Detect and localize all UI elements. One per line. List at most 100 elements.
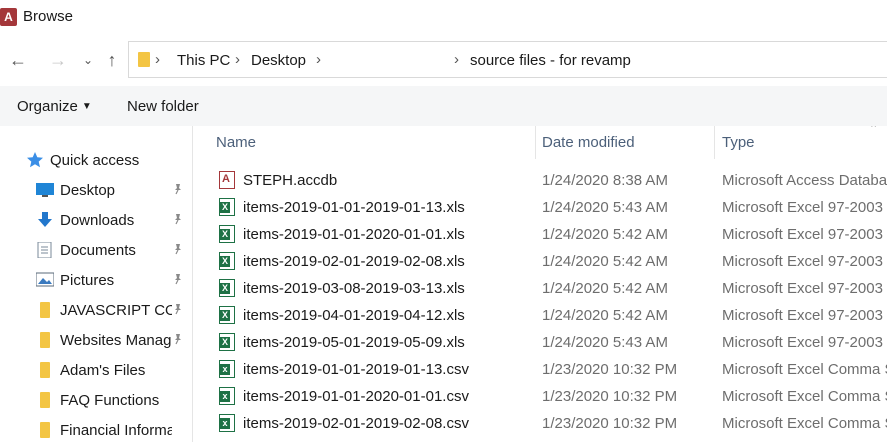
folder-icon (36, 332, 54, 348)
sidebar-item[interactable]: Desktop (0, 176, 192, 206)
pin-icon (172, 183, 184, 198)
excel-file-icon (219, 333, 235, 351)
sidebar-item[interactable]: Downloads (0, 206, 192, 236)
file-row[interactable]: items-2019-05-01-2019-05-09.xls 1/24/2020… (193, 329, 887, 356)
file-type: Microsoft Excel 97-2003 Worksheet (722, 199, 887, 216)
window-title: Browse (23, 8, 74, 25)
desktop-icon (36, 182, 54, 198)
file-type: Microsoft Access Database (722, 172, 887, 189)
file-type: Microsoft Excel Comma Separated (722, 388, 887, 405)
forward-arrow-icon[interactable]: → (48, 50, 68, 70)
access-file-icon (219, 171, 235, 189)
excel-file-icon (219, 252, 235, 270)
excel-file-icon (219, 225, 235, 243)
folder-icon (36, 392, 54, 408)
breadcrumb-this-pc[interactable]: This PC (177, 52, 230, 69)
sidebar-item[interactable]: Pictures (0, 266, 192, 296)
file-row[interactable]: items-2019-01-01-2020-01-01.xls 1/24/2020… (193, 221, 887, 248)
sort-chevron-up-icon: ⌃ (869, 126, 879, 135)
sidebar-item[interactable]: Quick access (0, 146, 192, 176)
sidebar-item[interactable]: Documents (0, 236, 192, 266)
file-row[interactable]: items-2019-03-08-2019-03-13.xls 1/24/2020… (193, 275, 887, 302)
file-name: items-2019-01-01-2020-01-01.xls (243, 226, 465, 243)
file-name: items-2019-03-08-2019-03-13.xls (243, 280, 465, 297)
pin-icon (172, 273, 184, 288)
sidebar-item-label: FAQ Functions (60, 392, 160, 409)
sidebar-item[interactable]: Adam's Files (0, 356, 192, 386)
excel-file-icon (219, 306, 235, 324)
navigation-pane: Quick access Desktop Downloads Documents Pic… (0, 126, 192, 442)
file-name: items-2019-05-01-2019-05-09.xls (243, 334, 465, 351)
file-date-modified: 1/23/2020 10:32 PM (542, 361, 678, 378)
column-divider[interactable] (714, 126, 715, 159)
pin-icon (172, 303, 184, 318)
file-name: items-2019-01-01-2020-01-01.csv (243, 388, 469, 405)
sidebar-item[interactable]: JAVASCRIPT CODE (0, 296, 192, 326)
organize-label: Organize (17, 98, 78, 115)
column-header-type[interactable]: Type (722, 134, 755, 151)
file-date-modified: 1/24/2020 5:42 AM (542, 226, 668, 243)
navigation-bar: ← → ⌄ ↑ › This PC › Desktop › › source f… (0, 40, 887, 80)
file-type: Microsoft Excel Comma Separated (722, 415, 887, 432)
file-type: Microsoft Excel 97-2003 Worksheet (722, 226, 887, 243)
csv-file-icon (219, 360, 235, 378)
sidebar-item[interactable]: FAQ Functions (0, 386, 192, 416)
column-header-date-modified[interactable]: Date modified (542, 134, 635, 151)
folder-icon (36, 302, 54, 318)
file-row[interactable]: STEPH.accdb 1/24/2020 8:38 AM Microsoft Ac… (193, 167, 887, 194)
sidebar-item-label: Adam's Files (60, 362, 146, 379)
sidebar-item-label: Financial Information (60, 422, 172, 439)
back-arrow-icon[interactable]: ← (8, 50, 28, 70)
title-bar: A Browse (0, 0, 887, 36)
file-date-modified: 1/24/2020 5:42 AM (542, 253, 668, 270)
up-arrow-icon[interactable]: ↑ (102, 50, 122, 70)
dropdown-caret-icon: ▼ (81, 101, 92, 112)
pictures-icon (35, 272, 55, 288)
breadcrumb-source-files[interactable]: source files - for revamp (470, 52, 631, 69)
pin-icon (172, 333, 184, 348)
recent-locations-chevron-icon[interactable]: ⌄ (78, 50, 98, 70)
folder-icon (36, 362, 54, 378)
star-icon (26, 152, 44, 168)
breadcrumb-separator-icon[interactable]: › (235, 51, 240, 68)
file-name: items-2019-02-01-2019-02-08.csv (243, 415, 469, 432)
file-date-modified: 1/23/2020 10:32 PM (542, 415, 678, 432)
file-date-modified: 1/24/2020 5:43 AM (542, 334, 668, 351)
file-type: Microsoft Excel Comma Separated (722, 361, 887, 378)
access-app-icon: A (0, 8, 17, 26)
file-type: Microsoft Excel 97-2003 Worksheet (722, 334, 887, 351)
sidebar-item-label: Documents (60, 242, 136, 259)
csv-file-icon (219, 387, 235, 405)
csv-file-icon (219, 414, 235, 432)
pin-icon (172, 243, 184, 258)
breadcrumb-separator-icon[interactable]: › (155, 51, 160, 68)
sidebar-item[interactable]: Websites Management (0, 326, 192, 356)
documents-icon (36, 241, 54, 259)
breadcrumb-separator-icon[interactable]: › (454, 51, 459, 68)
file-row[interactable]: items-2019-01-01-2019-01-13.csv 1/23/2020… (193, 356, 887, 383)
sidebar-item-label: Quick access (50, 152, 140, 169)
file-name: items-2019-01-01-2019-01-13.xls (243, 199, 465, 216)
file-row[interactable]: items-2019-02-01-2019-02-08.xls 1/24/2020… (193, 248, 887, 275)
organize-button[interactable]: Organize ▼ (17, 98, 92, 115)
file-name: items-2019-04-01-2019-04-12.xls (243, 307, 465, 324)
file-row[interactable]: items-2019-02-01-2019-02-08.csv 1/23/2020… (193, 410, 887, 437)
folder-icon (138, 52, 150, 67)
file-row[interactable]: items-2019-01-01-2019-01-13.xls 1/24/2020… (193, 194, 887, 221)
file-date-modified: 1/24/2020 5:42 AM (542, 280, 668, 297)
column-divider[interactable] (535, 126, 536, 159)
file-row[interactable]: items-2019-01-01-2020-01-01.csv 1/23/2020… (193, 383, 887, 410)
file-name: items-2019-02-01-2019-02-08.xls (243, 253, 465, 270)
command-bar: Organize ▼ New folder (0, 86, 887, 126)
sidebar-item-label: Pictures (60, 272, 115, 289)
breadcrumb-desktop[interactable]: Desktop (251, 52, 306, 69)
file-type: Microsoft Excel 97-2003 Worksheet (722, 280, 887, 297)
breadcrumb-separator-icon[interactable]: › (316, 51, 321, 68)
file-row[interactable]: items-2019-04-01-2019-04-12.xls 1/24/2020… (193, 302, 887, 329)
column-header-name[interactable]: Name (216, 134, 256, 151)
file-list: Name Date modified Type ⌃ STEPH.accdb 1/2… (193, 126, 887, 442)
sidebar-item-label: Downloads (60, 212, 135, 229)
new-folder-button[interactable]: New folder (127, 98, 199, 115)
address-bar[interactable]: › This PC › Desktop › › source files - f… (128, 41, 887, 78)
file-type: Microsoft Excel 97-2003 Worksheet (722, 253, 887, 270)
